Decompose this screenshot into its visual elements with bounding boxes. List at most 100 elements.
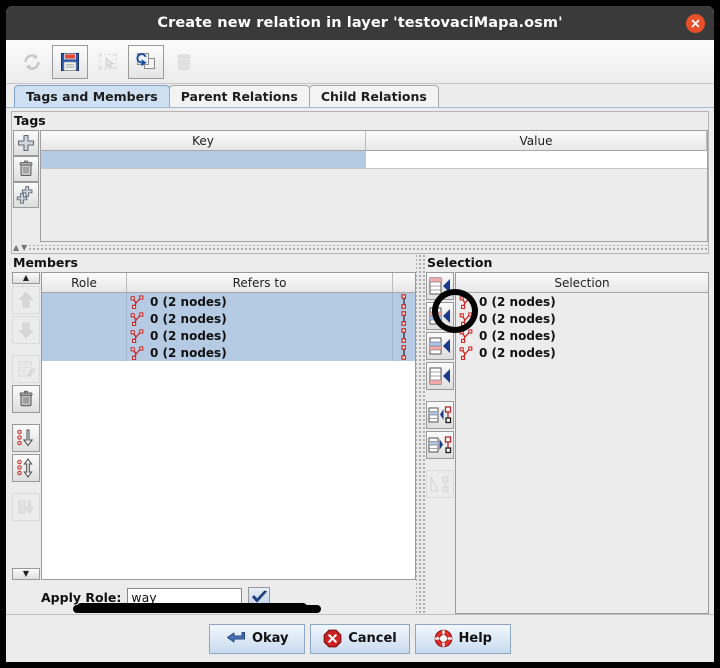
- member-label: 0 (2 nodes): [150, 311, 227, 326]
- apply-role-bar: Apply Role:: [11, 580, 416, 614]
- tags-button-rail: [12, 130, 40, 242]
- way-icon: [459, 311, 473, 326]
- add-selection-to-top-button[interactable]: [426, 272, 454, 300]
- selection-panel-inner: Selection 0 (2 nodes) 0 (2 nodes) 0 (2 n…: [425, 272, 709, 614]
- selection-table[interactable]: Selection 0 (2 nodes) 0 (2 nodes) 0 (2 n…: [455, 272, 709, 614]
- two-nodes-icon: [393, 344, 415, 361]
- close-icon[interactable]: [686, 14, 705, 33]
- move-member-up-button[interactable]: [12, 286, 40, 314]
- cancel-label: Cancel: [348, 631, 397, 646]
- add-selection-to-bottom-button[interactable]: [426, 362, 454, 390]
- table-row[interactable]: 0 (2 nodes): [42, 310, 415, 327]
- member-refers-to-cell[interactable]: 0 (2 nodes): [127, 327, 393, 344]
- member-refers-to-cell[interactable]: 0 (2 nodes): [127, 344, 393, 361]
- members-column-refers-to: Refers to: [127, 273, 393, 293]
- member-role-cell[interactable]: [42, 310, 127, 327]
- members-panel-inner: ▲ ▼ Role Refers to 0 (2 nodes) 0 (2 node…: [11, 272, 416, 580]
- members-table-header: Role Refers to: [42, 273, 415, 293]
- members-table[interactable]: Role Refers to 0 (2 nodes) 0 (2 nodes) 0…: [41, 272, 416, 580]
- tags-table[interactable]: Key Value: [40, 130, 708, 242]
- list-item[interactable]: 0 (2 nodes): [456, 293, 708, 310]
- select-members-button[interactable]: [426, 401, 454, 429]
- tab-label: Parent Relations: [180, 89, 298, 104]
- way-icon: [459, 345, 473, 360]
- selection-label: 0 (2 nodes): [479, 311, 556, 326]
- enter-arrow-icon: [226, 631, 245, 642]
- selection-button-rail: [425, 272, 455, 614]
- member-refers-to-cell[interactable]: 0 (2 nodes): [127, 310, 393, 327]
- add-many-tags-button[interactable]: [13, 182, 39, 208]
- members-button-rail: ▲ ▼: [11, 272, 41, 580]
- refresh-button[interactable]: [14, 45, 50, 79]
- selection-label: 0 (2 nodes): [479, 345, 556, 360]
- member-label: 0 (2 nodes): [150, 328, 227, 343]
- tags-panel-title: Tags: [14, 113, 46, 128]
- member-label: 0 (2 nodes): [150, 345, 227, 360]
- lower-section: Members ▲ ▼ Role Refers to 0 (2 nodes) 0…: [11, 254, 709, 614]
- tags-table-body: [41, 151, 707, 241]
- scroll-up-button[interactable]: ▲: [12, 272, 40, 284]
- editor-toolbar: [6, 40, 714, 84]
- cancel-octagon-icon: [323, 629, 342, 648]
- delete-tag-button[interactable]: [13, 156, 39, 182]
- duplicate-button[interactable]: [128, 44, 164, 79]
- member-role-cell[interactable]: [42, 293, 127, 310]
- sort-members-button[interactable]: [12, 424, 40, 452]
- select-button[interactable]: [90, 45, 126, 79]
- selection-table-header: Selection: [456, 273, 708, 293]
- member-role-cell[interactable]: [42, 344, 127, 361]
- tag-key-cell[interactable]: [41, 151, 366, 169]
- edit-member-button[interactable]: [12, 355, 40, 383]
- delete-button[interactable]: [166, 45, 202, 79]
- lifebuoy-icon: [434, 629, 452, 648]
- member-refers-to-cell[interactable]: 0 (2 nodes): [127, 293, 393, 310]
- horizontal-splitter[interactable]: [28, 244, 708, 251]
- cancel-button[interactable]: Cancel: [310, 623, 410, 654]
- table-row[interactable]: 0 (2 nodes): [42, 344, 415, 361]
- tab-child-relations[interactable]: Child Relations: [308, 85, 439, 107]
- editor-tabs: Tags and Members Parent Relations Child …: [6, 84, 714, 108]
- list-item[interactable]: 0 (2 nodes): [456, 344, 708, 361]
- select-in-map-button[interactable]: [426, 431, 454, 459]
- save-button[interactable]: [52, 44, 88, 79]
- editor-content: Tags Key Value ▲ ▼ Members ▲ ▼ Role Refe…: [6, 108, 714, 614]
- table-row[interactable]: 0 (2 nodes): [42, 293, 415, 310]
- list-item[interactable]: 0 (2 nodes): [456, 327, 708, 344]
- remove-member-button[interactable]: [12, 385, 40, 413]
- members-table-body: 0 (2 nodes) 0 (2 nodes) 0 (2 nodes) 0 (2…: [42, 293, 415, 579]
- tab-parent-relations[interactable]: Parent Relations: [168, 85, 310, 107]
- window-titlebar: Create new relation in layer 'testovaciM…: [6, 6, 714, 40]
- scroll-down-button[interactable]: ▼: [12, 568, 40, 580]
- member-role-cell[interactable]: [42, 327, 127, 344]
- members-column-role: Role: [42, 273, 127, 293]
- reverse-members-button[interactable]: [12, 454, 40, 482]
- dialog-button-bar: Okay Cancel Help: [6, 614, 714, 662]
- move-member-down-button[interactable]: [12, 316, 40, 344]
- tags-column-key: Key: [41, 131, 366, 151]
- member-label: 0 (2 nodes): [150, 294, 227, 309]
- tab-label: Child Relations: [320, 89, 427, 104]
- two-nodes-icon: [393, 310, 415, 327]
- tab-tags-and-members[interactable]: Tags and Members: [14, 85, 170, 107]
- split-collapse-up-icon[interactable]: ▲: [12, 243, 20, 252]
- table-row[interactable]: [41, 151, 707, 169]
- members-column-link: [393, 273, 415, 293]
- tag-value-cell[interactable]: [366, 151, 707, 169]
- tags-column-value: Value: [366, 131, 707, 151]
- help-button[interactable]: Help: [414, 623, 511, 654]
- two-nodes-icon: [393, 327, 415, 344]
- selection-panel: Selection Selection 0 (2 nodes) 0 (2 nod…: [425, 254, 709, 614]
- download-incomplete-button[interactable]: [426, 470, 454, 498]
- add-selection-above-button[interactable]: [426, 302, 454, 330]
- add-selection-below-button[interactable]: [426, 332, 454, 360]
- way-icon: [130, 311, 144, 326]
- selection-label: 0 (2 nodes): [479, 328, 556, 343]
- download-members-button[interactable]: [12, 493, 40, 521]
- tags-panel: Tags Key Value ▲ ▼: [11, 111, 709, 254]
- okay-button[interactable]: Okay: [209, 623, 306, 654]
- list-item[interactable]: 0 (2 nodes): [456, 310, 708, 327]
- add-tag-button[interactable]: [13, 130, 39, 156]
- table-row[interactable]: 0 (2 nodes): [42, 327, 415, 344]
- vertical-splitter[interactable]: [416, 254, 425, 614]
- split-collapse-down-icon[interactable]: ▼: [20, 243, 28, 252]
